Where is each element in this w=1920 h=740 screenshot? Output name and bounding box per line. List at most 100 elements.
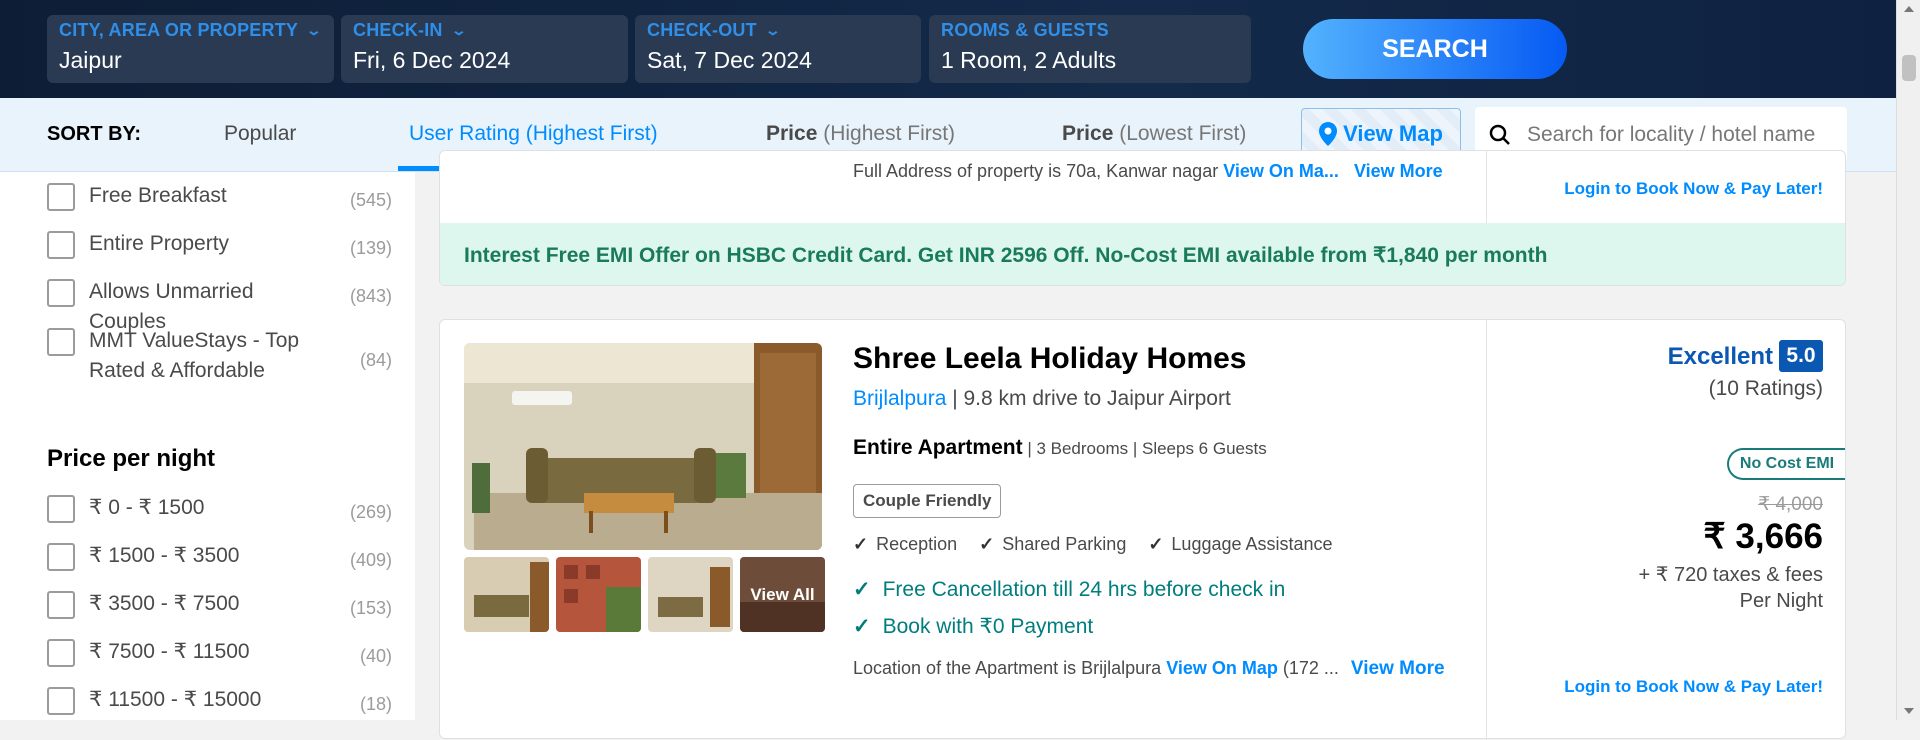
amenity-item: ✓ Luggage Assistance bbox=[1148, 534, 1332, 555]
sofa-thumbnail bbox=[648, 557, 733, 632]
property-type-label: Entire Apartment bbox=[853, 436, 1023, 459]
sort-price-high[interactable]: Price (Highest First) bbox=[766, 122, 955, 146]
thumbnail-image[interactable] bbox=[464, 557, 549, 632]
checkin-field[interactable]: CHECK-IN ⌄ Fri, 6 Dec 2024 bbox=[341, 15, 628, 83]
filter-price-range[interactable]: ₹ 11500 - ₹ 15000 (18) bbox=[47, 687, 392, 719]
property-details: | 3 Bedrooms | Sleeps 6 Guests bbox=[1022, 439, 1267, 458]
view-all-label: View All bbox=[750, 584, 815, 604]
original-price: ₹ 4,000 bbox=[1758, 494, 1823, 515]
sort-option-sub: (Highest First) bbox=[519, 122, 658, 145]
filter-label: ₹ 1500 - ₹ 3500 bbox=[89, 544, 240, 567]
filter-count: (843) bbox=[349, 286, 392, 306]
checkbox[interactable] bbox=[47, 183, 75, 211]
filter-count: (84) bbox=[359, 350, 392, 370]
filter-count: (153) bbox=[349, 598, 392, 618]
filter-label: ₹ 7500 - ₹ 11500 bbox=[89, 640, 250, 663]
amenity-item: ✓ Reception bbox=[853, 534, 957, 555]
filter-free-breakfast[interactable]: Free Breakfast (545) bbox=[47, 183, 392, 215]
zero-payment-perk: ✓ Book with ₹0 Payment bbox=[853, 614, 1093, 639]
address-label: Full Address of property is 70a, Kanwar … bbox=[853, 161, 1219, 181]
city-value: Jaipur bbox=[59, 47, 122, 73]
checkbox[interactable] bbox=[47, 639, 75, 667]
sort-option-label: Price bbox=[766, 122, 818, 145]
thumbnail-image[interactable] bbox=[648, 557, 733, 632]
no-cost-emi-tag: No Cost EMI bbox=[1727, 448, 1845, 480]
login-to-book-link[interactable]: Login to Book Now & Pay Later! bbox=[1564, 179, 1823, 199]
filter-price-range[interactable]: ₹ 1500 - ₹ 3500 (409) bbox=[47, 543, 392, 575]
checkbox[interactable] bbox=[47, 328, 75, 356]
view-more-link[interactable]: View More bbox=[1354, 161, 1443, 181]
checkout-value: Sat, 7 Dec 2024 bbox=[647, 47, 812, 73]
checkbox[interactable] bbox=[47, 279, 75, 307]
hotel-card-previous[interactable]: Full Address of property is 70a, Kanwar … bbox=[439, 150, 1846, 286]
sort-label: SORT BY: bbox=[47, 123, 142, 145]
view-on-map-link[interactable]: View On Ma... bbox=[1223, 161, 1339, 181]
checkout-field[interactable]: CHECK-OUT ⌄ Sat, 7 Dec 2024 bbox=[635, 15, 921, 83]
checkin-value: Fri, 6 Dec 2024 bbox=[353, 47, 511, 73]
filter-label: ₹ 11500 - ₹ 15000 bbox=[89, 688, 262, 711]
filter-label: ₹ 0 - ₹ 1500 bbox=[89, 496, 205, 519]
city-field[interactable]: CITY, AREA OR PROPERTY ⌄ Jaipur bbox=[47, 15, 334, 83]
rooms-value: 1 Room, 2 Adults bbox=[941, 47, 1117, 73]
rooms-label: ROOMS & GUESTS bbox=[941, 20, 1109, 40]
sort-popular[interactable]: Popular bbox=[224, 122, 296, 146]
sort-price-low[interactable]: Price (Lowest First) bbox=[1062, 122, 1246, 146]
check-icon: ✓ bbox=[853, 615, 871, 638]
rooms-guests-field[interactable]: ROOMS & GUESTS 1 Room, 2 Adults bbox=[929, 15, 1251, 83]
emi-offer-banner: Interest Free EMI Offer on HSBC Credit C… bbox=[440, 223, 1845, 285]
view-more-link[interactable]: View More bbox=[1351, 658, 1445, 679]
view-all-photos[interactable]: View All bbox=[740, 557, 825, 632]
taxes-fees: + ₹ 720 taxes & fees bbox=[1638, 564, 1823, 586]
rating-text: Excellent bbox=[1667, 343, 1773, 370]
sort-user-rating[interactable]: User Rating (Highest First) bbox=[409, 122, 658, 146]
filter-count: (269) bbox=[349, 502, 392, 522]
check-icon: ✓ bbox=[979, 534, 995, 554]
checkbox[interactable] bbox=[47, 231, 75, 259]
scrollbar-thumb[interactable] bbox=[1902, 55, 1916, 81]
sort-option-sub: (Lowest First) bbox=[1113, 122, 1247, 145]
filter-price-range[interactable]: ₹ 7500 - ₹ 11500 (40) bbox=[47, 639, 392, 671]
checkbox[interactable] bbox=[47, 591, 75, 619]
sort-option-label: Popular bbox=[224, 122, 297, 145]
checkin-label: CHECK-IN bbox=[353, 20, 443, 40]
filter-label: Entire Property bbox=[89, 232, 230, 255]
scroll-up-icon[interactable] bbox=[1904, 6, 1914, 12]
city-label: CITY, AREA OR PROPERTY bbox=[59, 20, 299, 40]
hotel-main-image[interactable] bbox=[464, 343, 822, 550]
sort-option-sub: (Highest First) bbox=[817, 122, 956, 145]
hotel-card[interactable]: View All Shree Leela Holiday Homes Brijl… bbox=[439, 319, 1846, 740]
filter-price-range[interactable]: ₹ 0 - ₹ 1500 (269) bbox=[47, 495, 392, 527]
filter-label: MMT ValueStays - Top Rated & Affordable bbox=[89, 329, 300, 382]
checkbox[interactable] bbox=[47, 687, 75, 715]
location-text: Location of the Apartment is Brijlalpura bbox=[853, 658, 1162, 678]
view-on-map-link[interactable]: View On Map bbox=[1166, 658, 1278, 678]
search-button[interactable]: SEARCH bbox=[1303, 19, 1567, 79]
amenities-list: ✓ Reception ✓ Shared Parking ✓ Luggage Assi… bbox=[853, 534, 1333, 555]
hotel-distance: | 9.8 km drive to Jaipur Airport bbox=[946, 387, 1231, 410]
thumbnail-image[interactable] bbox=[556, 557, 641, 632]
filter-sidebar: Free Breakfast (545) Entire Property (13… bbox=[0, 172, 415, 720]
search-icon bbox=[1489, 124, 1510, 145]
checkbox[interactable] bbox=[47, 543, 75, 571]
checkbox[interactable] bbox=[47, 495, 75, 523]
filter-count: (545) bbox=[349, 190, 392, 210]
filter-price-range[interactable]: ₹ 3500 - ₹ 7500 (153) bbox=[47, 591, 392, 623]
hotel-location: Brijlalpura | 9.8 km drive to Jaipur Air… bbox=[853, 387, 1231, 411]
locality-search-input[interactable] bbox=[1525, 122, 1825, 148]
login-to-book-link[interactable]: Login to Book Now & Pay Later! bbox=[1564, 677, 1823, 697]
per-night-label: Per Night bbox=[1739, 590, 1823, 612]
page-scrollbar[interactable] bbox=[1896, 0, 1920, 720]
chevron-down-icon: ⌄ bbox=[305, 22, 323, 38]
filter-mmt-valuestays[interactable]: MMT ValueStays - Top Rated & Affordable … bbox=[47, 328, 392, 386]
free-cancellation-perk: ✓ Free Cancellation till 24 hrs before ch… bbox=[853, 577, 1285, 602]
amenity-label: Reception bbox=[876, 534, 958, 554]
scroll-down-icon[interactable] bbox=[1904, 708, 1914, 714]
filter-entire-property[interactable]: Entire Property (139) bbox=[47, 231, 392, 263]
perk-label: Free Cancellation till 24 hrs before che… bbox=[882, 578, 1286, 601]
hotel-name[interactable]: Shree Leela Holiday Homes bbox=[853, 342, 1247, 376]
map-pin-icon bbox=[1319, 122, 1338, 146]
check-icon: ✓ bbox=[1148, 534, 1164, 554]
hotel-area-link[interactable]: Brijlalpura bbox=[853, 387, 946, 410]
amenity-label: Luggage Assistance bbox=[1171, 534, 1333, 554]
check-icon: ✓ bbox=[853, 534, 869, 554]
